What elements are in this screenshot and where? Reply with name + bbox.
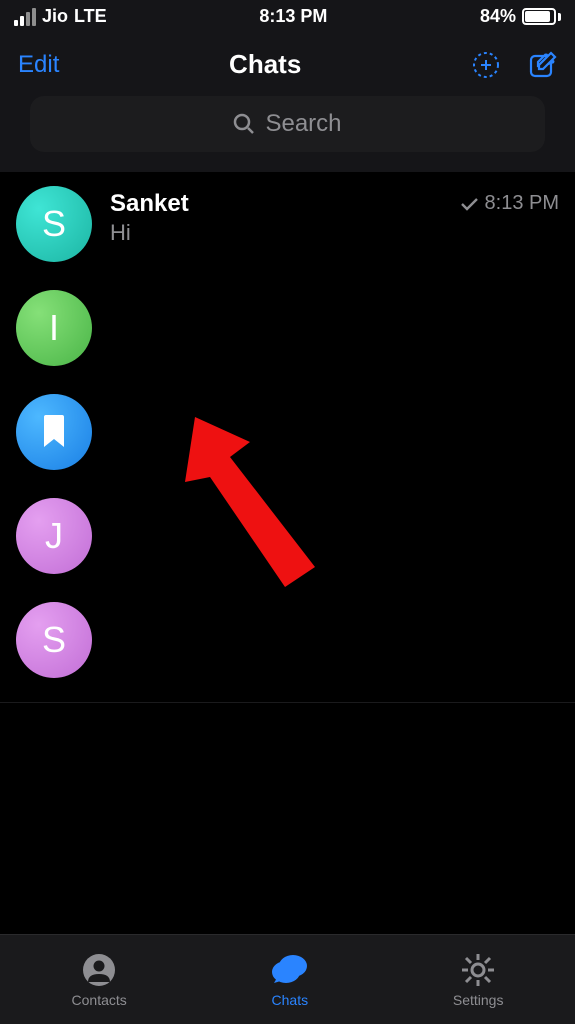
page-title: Chats (229, 49, 301, 80)
bookmark-icon (39, 415, 69, 449)
search-input[interactable]: Search (30, 96, 545, 152)
chat-row[interactable] (0, 380, 575, 484)
status-time: 8:13 PM (259, 6, 327, 27)
chat-row[interactable]: S (0, 588, 575, 692)
chat-row[interactable]: S Sanket Hi 8:13 PM (0, 172, 575, 276)
chat-time: 8:13 PM (485, 192, 559, 215)
edit-button[interactable]: Edit (18, 51, 59, 79)
chat-name: Sanket (110, 190, 441, 218)
chat-row[interactable]: J (0, 484, 575, 588)
new-group-icon[interactable] (471, 50, 501, 80)
tab-bar: Contacts Chats Settings (0, 934, 575, 1024)
contacts-icon (81, 952, 117, 988)
tab-label: Contacts (72, 992, 127, 1008)
battery-icon (522, 8, 561, 25)
avatar: J (16, 498, 92, 574)
read-check-icon (459, 196, 479, 212)
chat-preview: Hi (110, 220, 441, 246)
tab-label: Settings (453, 992, 504, 1008)
tab-label: Chats (272, 992, 309, 1008)
avatar: I (16, 290, 92, 366)
tab-settings[interactable]: Settings (453, 952, 504, 1008)
chat-row[interactable]: I (0, 276, 575, 380)
search-placeholder: Search (265, 110, 341, 138)
avatar: S (16, 186, 92, 262)
compose-icon[interactable] (527, 50, 557, 80)
tab-contacts[interactable]: Contacts (72, 952, 127, 1008)
battery-pct: 84% (480, 6, 516, 27)
cellular-signal-icon (14, 8, 36, 26)
search-icon (233, 113, 255, 135)
chats-icon (270, 952, 310, 988)
status-bar: Jio LTE 8:13 PM 84% (0, 0, 575, 29)
nav-bar: Edit Chats (0, 29, 575, 96)
settings-icon (460, 952, 496, 988)
tab-chats[interactable]: Chats (270, 952, 310, 1008)
carrier-label: Jio (42, 6, 68, 27)
chat-list: S Sanket Hi 8:13 PM I J S (0, 172, 575, 703)
avatar (16, 394, 92, 470)
avatar: S (16, 602, 92, 678)
network-label: LTE (74, 6, 107, 27)
divider (0, 702, 575, 703)
